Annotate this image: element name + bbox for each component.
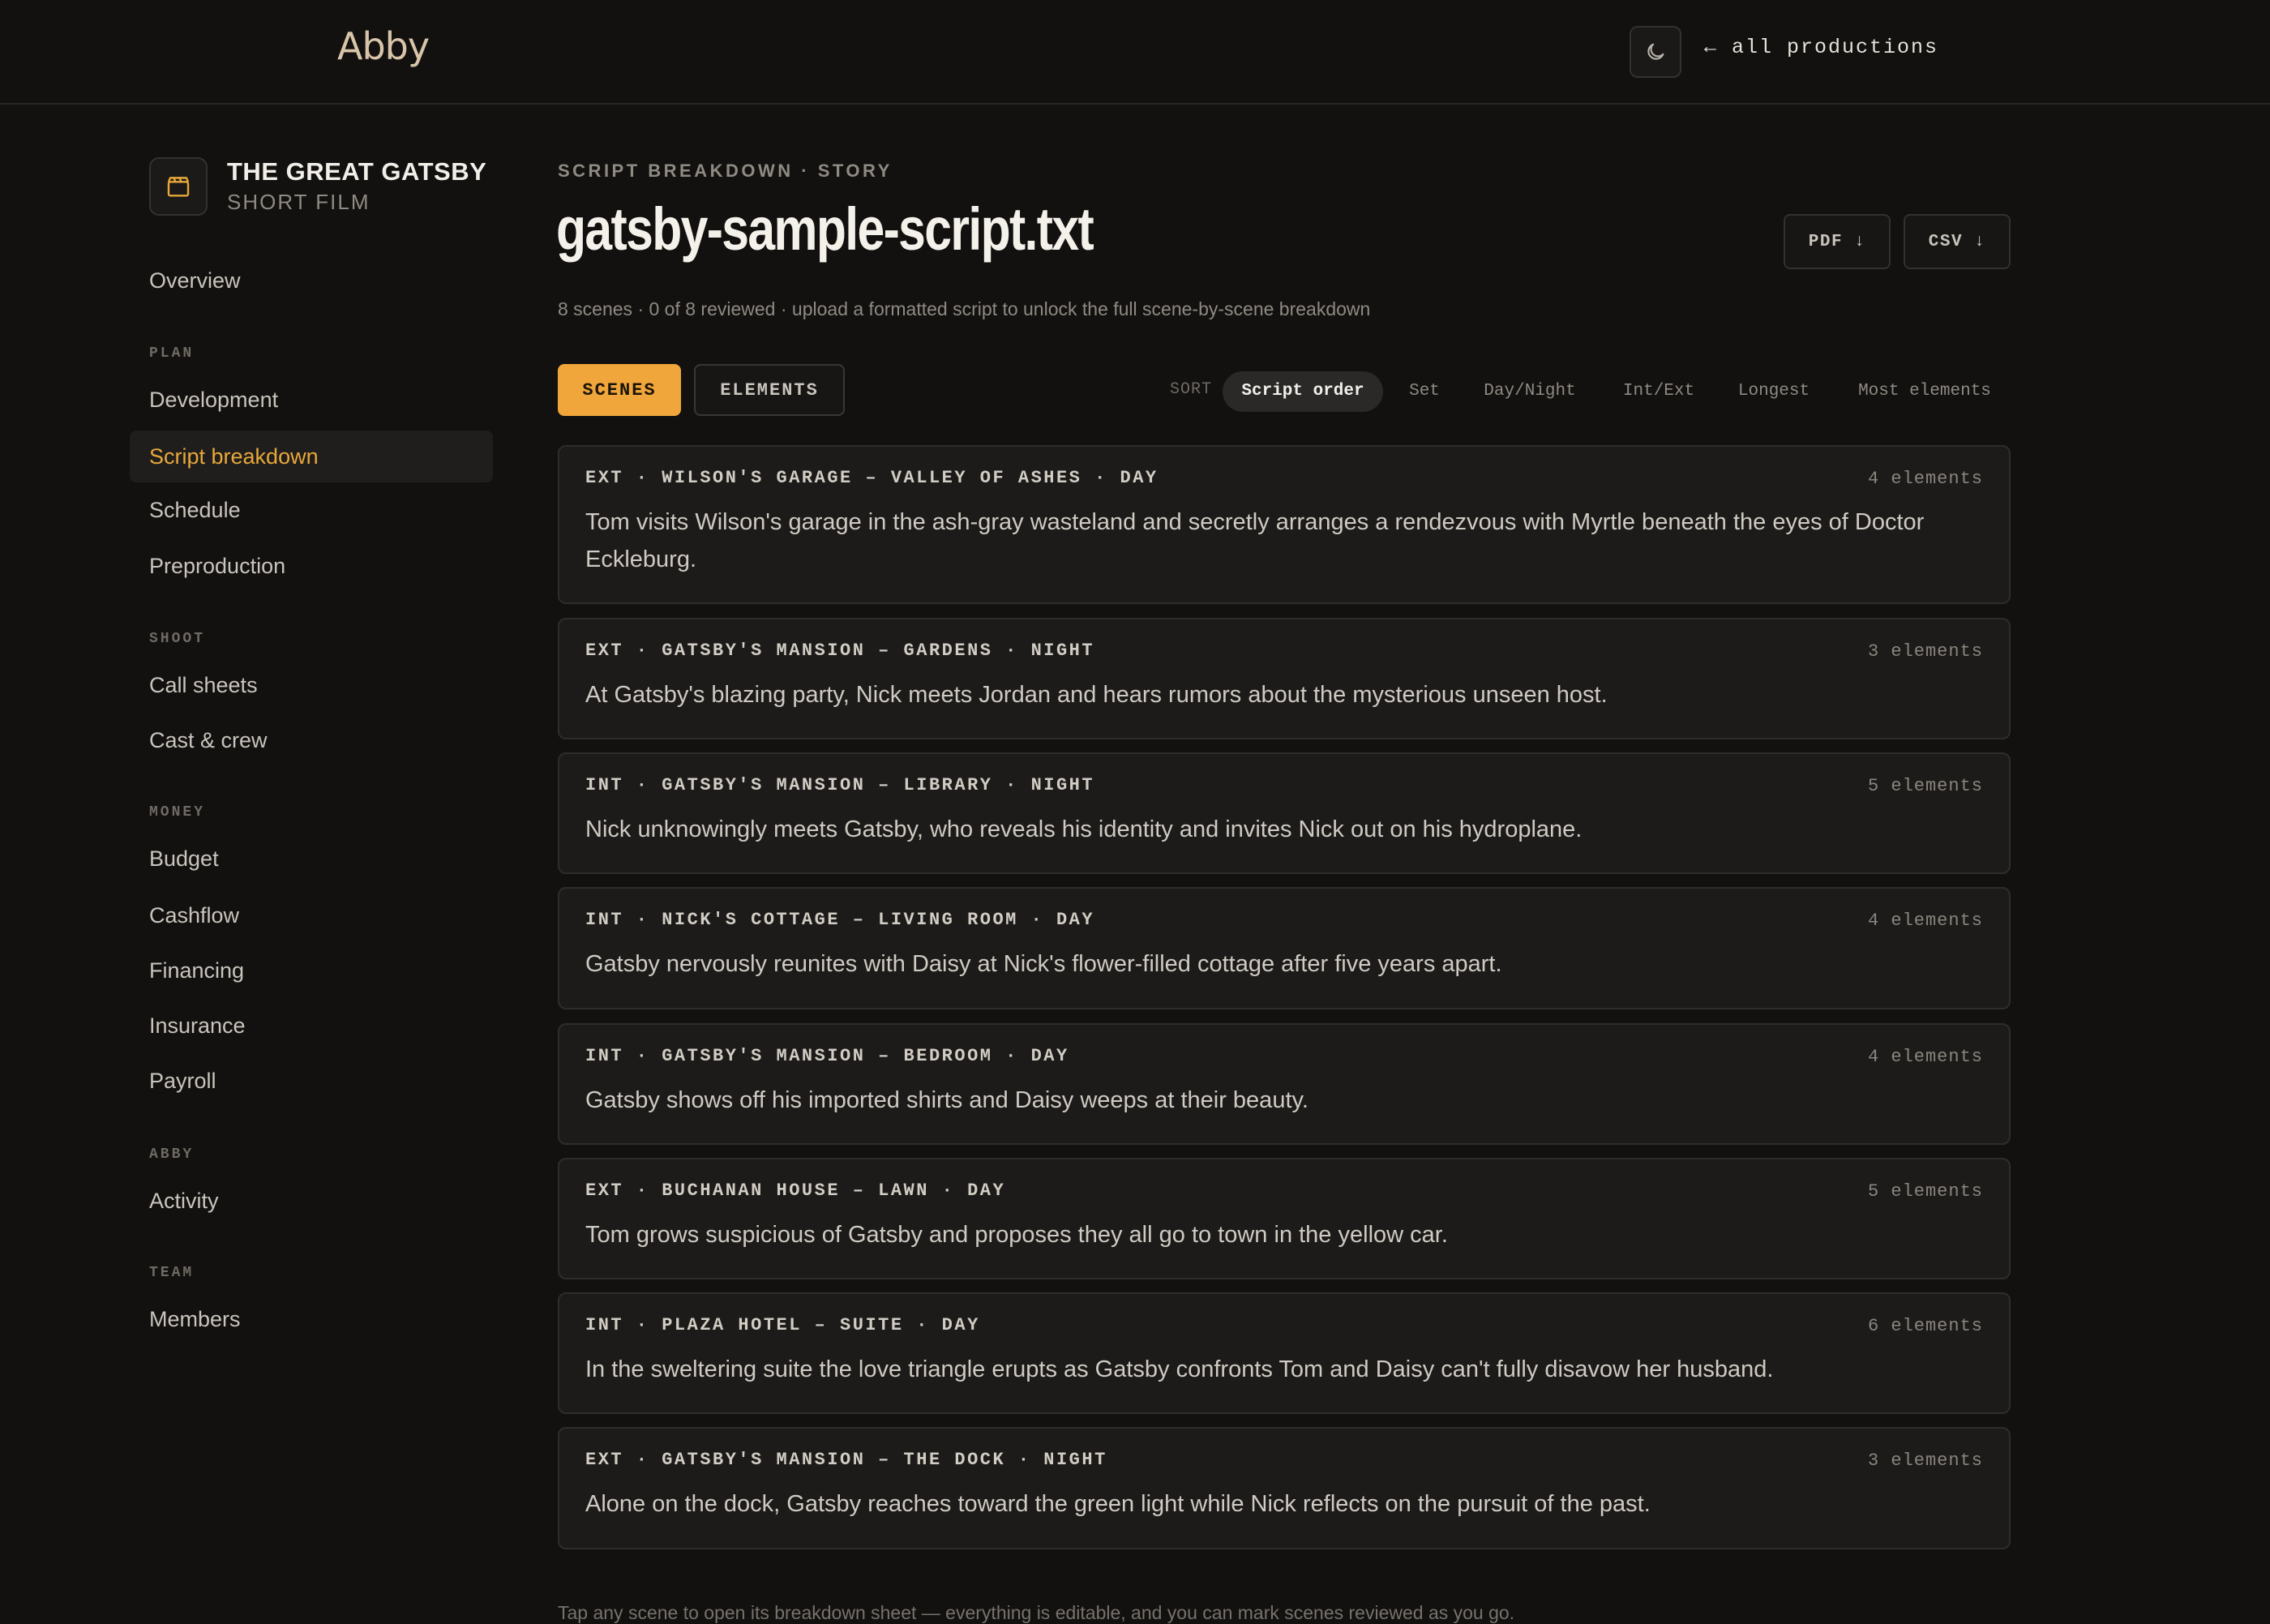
tab-elements[interactable]: ELEMENTS xyxy=(694,364,845,416)
export-csv-button[interactable]: CSV ↓ xyxy=(1904,214,2011,269)
scene-description: Tom visits Wilson's garage in the ash-gr… xyxy=(585,509,1925,572)
tab-scenes[interactable]: SCENES xyxy=(558,364,681,416)
scene-heading: EXT · BUCHANAN HOUSE – LAWN · DAY xyxy=(585,1181,1006,1201)
sidebar-item-payroll[interactable]: Payroll xyxy=(149,1069,216,1094)
scene-card[interactable]: INT · GATSBY'S MANSION – BEDROOM · DAY 4… xyxy=(558,1023,2011,1145)
scene-heading: INT · GATSBY'S MANSION – BEDROOM · DAY xyxy=(585,1046,1069,1066)
sidebar-item-cashflow[interactable]: Cashflow xyxy=(149,903,239,928)
sidebar-item-financing[interactable]: Financing xyxy=(149,958,244,983)
all-productions-link[interactable]: ← all productions xyxy=(1704,36,1938,59)
scene-heading: INT · GATSBY'S MANSION – LIBRARY · NIGHT xyxy=(585,775,1095,795)
scene-description: Nick unknowingly meets Gatsby, who revea… xyxy=(585,816,1583,842)
scene-element-count: 5 elements xyxy=(1867,776,1983,796)
script-meta: 8 scenes · 0 of 8 reviewed · upload a fo… xyxy=(558,298,1371,319)
project-subtitle: SHORT FILM xyxy=(227,190,370,214)
scene-description: Gatsby nervously reunites with Daisy at … xyxy=(585,951,1502,977)
scene-element-count: 4 elements xyxy=(1867,469,1983,489)
sort-option-longest[interactable]: Longest xyxy=(1730,371,1818,412)
sort-option-most-elements[interactable]: Most elements xyxy=(1842,371,2007,412)
sidebar-item-insurance[interactable]: Insurance xyxy=(149,1013,246,1039)
app-logo[interactable]: Abby xyxy=(337,24,430,68)
scene-element-count: 3 elements xyxy=(1867,1450,1983,1471)
sidebar-section-money: MONEY xyxy=(149,804,206,821)
theme-toggle-button[interactable] xyxy=(1630,26,1681,78)
scene-card[interactable]: INT · PLAZA HOTEL – SUITE · DAY 6 elemen… xyxy=(558,1292,2011,1414)
scene-element-count: 3 elements xyxy=(1867,641,1983,662)
scene-card[interactable]: INT · NICK'S COTTAGE – LIVING ROOM · DAY… xyxy=(558,887,2011,1009)
page-title: gatsby-sample-script.txt xyxy=(556,195,1094,263)
scene-card[interactable]: INT · GATSBY'S MANSION – LIBRARY · NIGHT… xyxy=(558,752,2011,874)
scene-element-count: 4 elements xyxy=(1867,1047,1983,1067)
scene-card[interactable]: EXT · WILSON'S GARAGE – VALLEY OF ASHES … xyxy=(558,445,2011,604)
sidebar-section-team: TEAM xyxy=(149,1265,195,1281)
sidebar-item-preproduction[interactable]: Preproduction xyxy=(149,554,285,579)
scene-description: In the sweltering suite the love triangl… xyxy=(585,1356,1774,1382)
sidebar-section-plan: PLAN xyxy=(149,345,195,362)
sidebar-item-script-breakdown[interactable]: Script breakdown xyxy=(130,431,493,482)
project-title: THE GREAT GATSBY xyxy=(227,157,487,186)
sidebar-item-schedule[interactable]: Schedule xyxy=(149,498,241,523)
scene-element-count: 6 elements xyxy=(1867,1316,1983,1336)
sort-option-day-night[interactable]: Day/Night xyxy=(1474,371,1586,412)
sidebar-item-overview[interactable]: Overview xyxy=(149,268,241,294)
export-pdf-button[interactable]: PDF ↓ xyxy=(1784,214,1891,269)
sidebar-item-budget[interactable]: Budget xyxy=(149,846,219,872)
scene-heading: EXT · GATSBY'S MANSION – GARDENS · NIGHT xyxy=(585,641,1095,661)
top-bar: Abby ← all productions xyxy=(0,0,2270,105)
sort-option-script-order[interactable]: Script order xyxy=(1223,371,1383,412)
scene-card[interactable]: EXT · GATSBY'S MANSION – GARDENS · NIGHT… xyxy=(558,618,2011,739)
sidebar-item-development[interactable]: Development xyxy=(149,388,278,413)
scene-description: Gatsby shows off his imported shirts and… xyxy=(585,1087,1308,1113)
scene-heading: EXT · GATSBY'S MANSION – THE DOCK · NIGH… xyxy=(585,1450,1107,1470)
sort-option-int-ext[interactable]: Int/Ext xyxy=(1610,371,1707,412)
scene-card[interactable]: EXT · GATSBY'S MANSION – THE DOCK · NIGH… xyxy=(558,1427,2011,1549)
scene-heading: EXT · WILSON'S GARAGE – VALLEY OF ASHES … xyxy=(585,468,1159,488)
sidebar-section-abby: ABBY xyxy=(149,1146,195,1163)
sort-label: SORT xyxy=(1170,380,1213,399)
moon-icon xyxy=(1647,43,1664,60)
scene-description: At Gatsby's blazing party, Nick meets Jo… xyxy=(585,682,1608,708)
scene-element-count: 4 elements xyxy=(1867,911,1983,931)
breadcrumb: SCRIPT BREAKDOWN · STORY xyxy=(558,161,893,181)
scene-heading: INT · PLAZA HOTEL – SUITE · DAY xyxy=(585,1315,980,1335)
scene-heading: INT · NICK'S COTTAGE – LIVING ROOM · DAY xyxy=(585,910,1095,930)
scene-card[interactable]: EXT · BUCHANAN HOUSE – LAWN · DAY 5 elem… xyxy=(558,1158,2011,1279)
sidebar-section-shoot: SHOOT xyxy=(149,631,206,647)
sort-option-set[interactable]: Set xyxy=(1398,371,1451,412)
sidebar-item-activity[interactable]: Activity xyxy=(149,1189,219,1214)
scene-element-count: 5 elements xyxy=(1867,1181,1983,1202)
footer-hint: Tap any scene to open its breakdown shee… xyxy=(558,1602,1515,1623)
sidebar-item-call-sheets[interactable]: Call sheets xyxy=(149,673,258,698)
clapperboard-icon xyxy=(149,157,208,216)
sidebar-item-members[interactable]: Members xyxy=(149,1307,241,1332)
scene-description: Alone on the dock, Gatsby reaches toward… xyxy=(585,1491,1651,1517)
sidebar-item-cast-crew[interactable]: Cast & crew xyxy=(149,728,268,753)
scene-description: Tom grows suspicious of Gatsby and propo… xyxy=(585,1222,1448,1248)
